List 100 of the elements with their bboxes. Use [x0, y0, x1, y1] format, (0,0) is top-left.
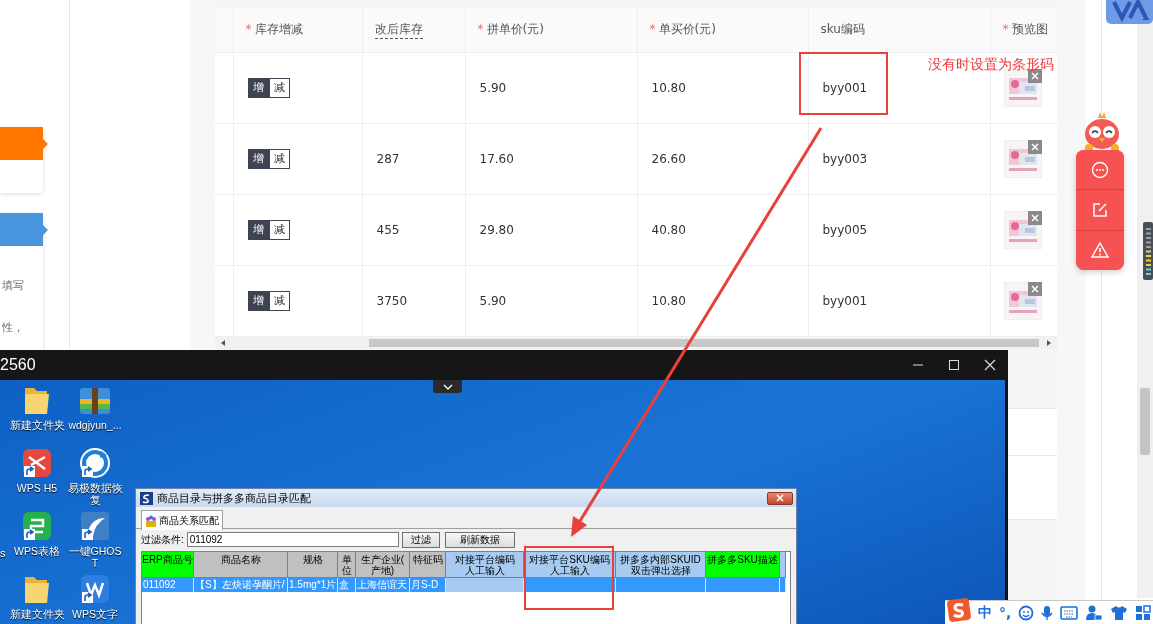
icon-label[interactable]: WPS H5 [8, 482, 66, 494]
stock-text: 455 [376, 223, 400, 237]
feedback-button[interactable] [1076, 189, 1124, 230]
grid-icon[interactable] [1135, 604, 1152, 621]
table-cell[interactable] [446, 578, 524, 592]
price-text: 29.80 [479, 223, 514, 237]
icon-label[interactable]: 易极数据恢复 [66, 482, 124, 506]
price-text: 10.80 [651, 81, 686, 95]
field-label: 过滤条件: [141, 532, 184, 547]
window-title: 2560 [0, 356, 36, 374]
stock-toggle-button[interactable]: 减 [268, 149, 290, 169]
app-icon[interactable] [1106, 0, 1153, 25]
column-header[interactable]: 特征码 [410, 552, 446, 578]
column-header[interactable]: 拼多多内部SKUID 双击弹出选择 [616, 552, 706, 578]
scrollbar-thumb[interactable] [369, 339, 1039, 347]
required-mark: * [477, 22, 484, 36]
chevron-icon [441, 382, 454, 391]
dialog-button[interactable]: 刷新数据 [444, 531, 515, 548]
close-icon [775, 494, 785, 502]
column-header[interactable]: 对接平台SKU编码 人工输入 [524, 552, 616, 578]
card-text: 性， [2, 321, 25, 335]
close-icon [983, 359, 997, 371]
column-header: 库存增减 [254, 22, 303, 36]
scrollbar-thumb[interactable] [1140, 388, 1150, 455]
sku-text: byy005 [822, 223, 868, 237]
icon-label[interactable]: 新建文件夹 [8, 419, 66, 431]
price-text: 10.80 [651, 294, 686, 308]
price-text: 5.90 [479, 81, 507, 95]
price-text: 40.80 [651, 223, 686, 237]
required-mark: * [649, 22, 656, 36]
column-header: 预览图 [1011, 22, 1048, 36]
stock-toggle-button[interactable]: 减 [268, 78, 290, 98]
icon-label[interactable]: 一键GHOST [66, 545, 124, 569]
scroll-right-icon[interactable] [1045, 339, 1053, 347]
tab[interactable]: 商品关系匹配 [141, 510, 223, 530]
ime-toggle[interactable]: °, [999, 604, 1012, 621]
icon-label[interactable]: 新建文件夹 [8, 608, 66, 620]
stock-toggle-button[interactable]: 增 [247, 220, 269, 240]
column-header[interactable] [780, 552, 786, 578]
column-header: 改后库存 [374, 22, 423, 39]
stock-toggle-button[interactable]: 增 [247, 78, 269, 98]
user-icon[interactable] [1085, 604, 1104, 621]
icon-label[interactable]: WPS文字 [66, 608, 124, 620]
dialog-button[interactable]: 过滤 [401, 531, 440, 548]
sku-text: byy003 [822, 152, 868, 166]
scroll-left-icon[interactable] [219, 339, 227, 347]
app-icon [140, 491, 153, 505]
filter-field[interactable]: 011092 [186, 532, 399, 547]
stock-toggle-button[interactable]: 增 [247, 291, 269, 311]
meter-icon [1143, 222, 1153, 280]
sku-text: byy001 [822, 294, 868, 308]
required-mark: * [245, 22, 252, 36]
flower-icon [145, 514, 157, 527]
chat-icon [1091, 160, 1109, 179]
column-header[interactable]: 对接平台编码 人工输入 [446, 552, 524, 578]
window-title: 商品目录与拼多多商品目录匹配 [157, 490, 311, 506]
sku-text: byy001 [822, 81, 868, 95]
feedback-button[interactable] [1076, 229, 1124, 270]
stock-toggle-button[interactable]: 减 [268, 291, 290, 311]
column-header: 拼单价(元) [486, 22, 544, 36]
price-text: 26.60 [651, 152, 686, 166]
stock-toggle-button[interactable]: 减 [268, 220, 290, 240]
stock-toggle-button[interactable]: 增 [247, 149, 269, 169]
column-header[interactable]: 商品名称 [194, 552, 288, 578]
ime-toggle[interactable]: 中 [978, 603, 992, 622]
maximize-icon [947, 359, 961, 371]
column-header[interactable]: 规格 [288, 552, 338, 578]
column-header[interactable]: ERP商品号 [142, 552, 194, 578]
icon-label: s [0, 547, 6, 559]
table-cell[interactable] [616, 578, 706, 592]
smiley-icon[interactable] [1018, 604, 1035, 621]
microphone-icon[interactable] [1041, 604, 1054, 621]
price-text: 17.60 [479, 152, 514, 166]
table-cell[interactable] [524, 578, 616, 592]
stock-text: 3750 [376, 294, 408, 308]
stock-text: 287 [376, 152, 400, 166]
shirt-icon[interactable] [1110, 604, 1129, 621]
column-header[interactable]: 生产企业( 产地) [356, 552, 410, 578]
table-cell[interactable] [780, 578, 786, 592]
card-text: 填写 [2, 279, 25, 293]
column-header: 单买价(元) [658, 22, 716, 36]
feedback-button[interactable] [1076, 150, 1124, 190]
warning-icon [1091, 241, 1109, 260]
column-header[interactable]: 拼多多SKU描述 [706, 552, 780, 578]
input-method-logo-icon[interactable] [947, 597, 971, 622]
annotation-note: 没有时设置为条形码 [928, 56, 1054, 74]
collapse-tab[interactable] [433, 380, 462, 393]
scrollbar[interactable] [215, 337, 1057, 349]
price-text: 5.90 [479, 294, 507, 308]
column-header: sku编码 [820, 22, 865, 36]
close-button[interactable] [767, 491, 793, 505]
mascot-drawing [1083, 112, 1121, 152]
icon-label[interactable]: WPS表格 [8, 545, 66, 557]
app-icon[interactable] [77, 445, 113, 481]
table-cell[interactable] [706, 578, 780, 592]
column-header[interactable]: 单 位 [338, 552, 356, 578]
keyboard-icon[interactable] [1060, 605, 1079, 620]
required-mark: * [1002, 22, 1009, 36]
edit-icon [1091, 201, 1109, 219]
icon-label[interactable]: wdgjyun_... [66, 419, 124, 431]
